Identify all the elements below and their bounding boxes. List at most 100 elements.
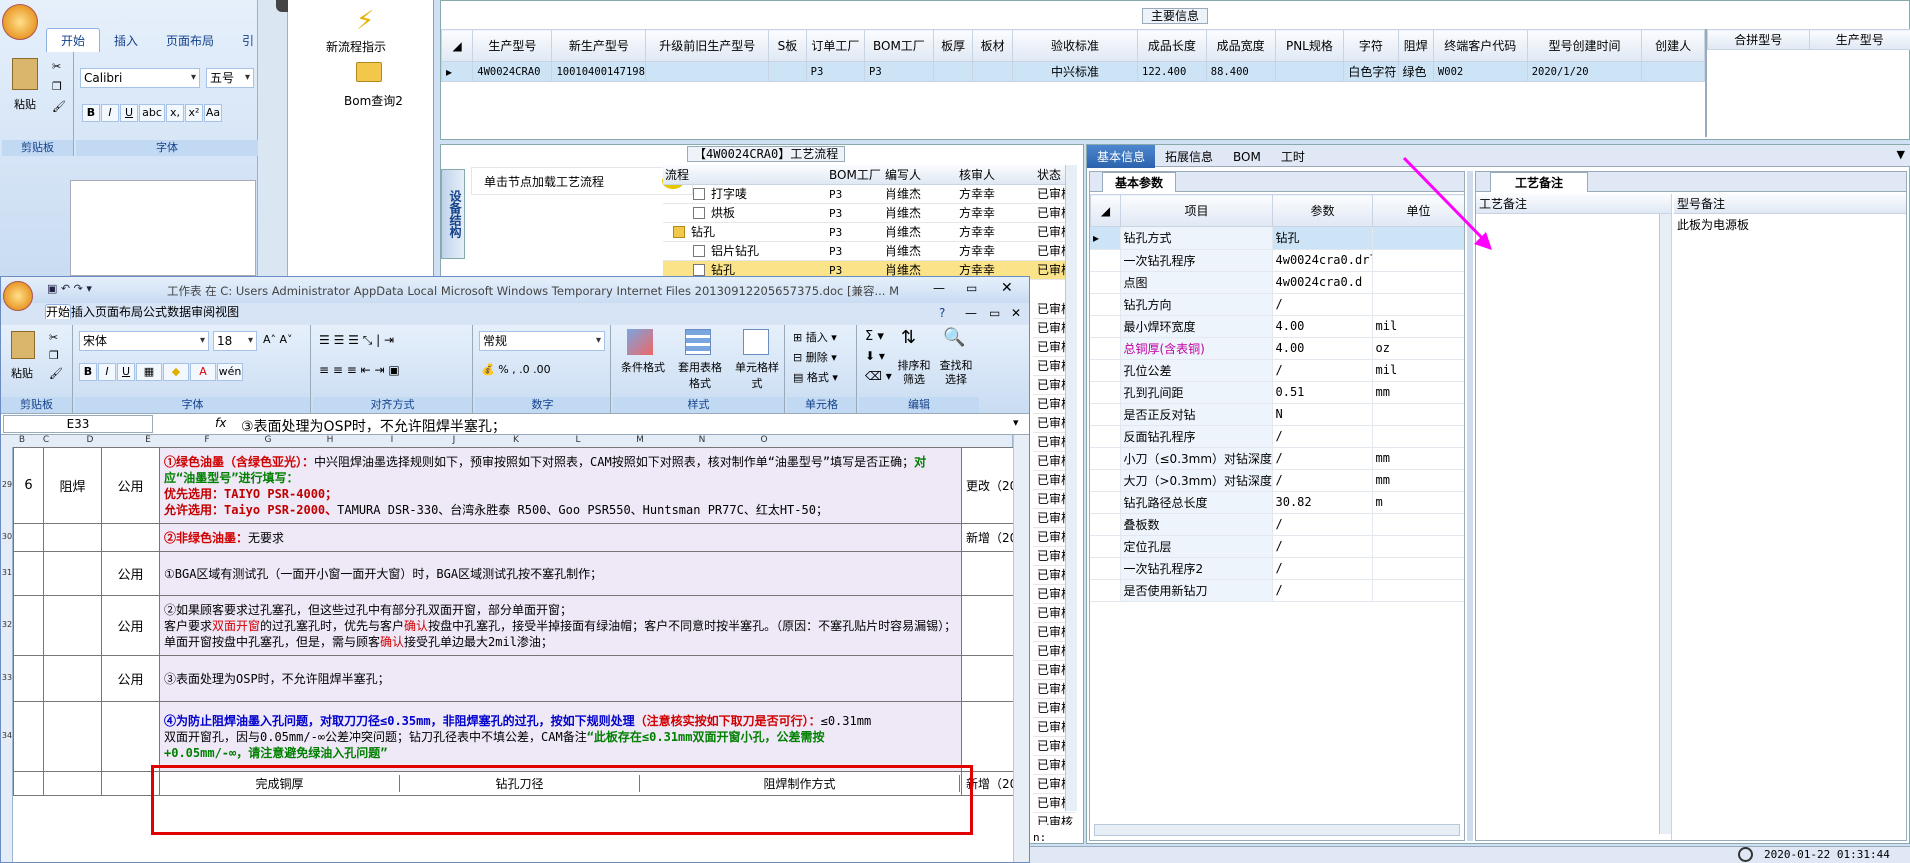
office-button[interactable]	[2, 4, 38, 40]
fill-icon[interactable]: ⬇ ▾	[865, 349, 885, 363]
cell-scope[interactable]	[101, 701, 160, 772]
param-row[interactable]: 叠板数 /	[1090, 513, 1464, 536]
launcher-item-bom-query[interactable]: Bom查询2	[344, 92, 403, 109]
lightning-icon[interactable]: ⚡	[356, 6, 374, 36]
param-value[interactable]: N	[1272, 403, 1373, 426]
process-side-tab[interactable]: 设备结构	[441, 169, 465, 259]
row-number[interactable]: 30	[1, 532, 13, 541]
cell-seq[interactable]	[13, 551, 44, 596]
param-row[interactable]: 小刀（≤0.3mm）对钻深度 / mm	[1090, 447, 1464, 470]
col-header[interactable]: 合拼型号	[1707, 29, 1810, 50]
param-row[interactable]: 总铜厚(含表铜) 4.00 oz	[1090, 337, 1464, 360]
param-value[interactable]: /	[1272, 425, 1373, 448]
fill-color-icon[interactable]: ◆	[163, 363, 189, 381]
load-process-button[interactable]: 单击节点加载工艺流程	[471, 167, 693, 195]
cell[interactable]: W002	[1432, 61, 1528, 82]
format-cells-button[interactable]: ▤ 格式 ▾	[793, 369, 838, 385]
cell[interactable]	[645, 61, 770, 82]
paste-icon[interactable]	[12, 58, 38, 90]
splitter-left[interactable]	[1467, 171, 1473, 841]
param-value[interactable]: 4.00	[1272, 337, 1373, 360]
col-header[interactable]: 阻焊	[1397, 29, 1434, 62]
param-value[interactable]: /	[1272, 293, 1373, 316]
cell-rule[interactable]: ①BGA区域有测试孔（一面开小窗一面开大窗）时，BGA区域测试孔按不塞孔制作；	[159, 551, 962, 596]
col-header[interactable]: PNL规格	[1274, 29, 1345, 62]
param-value[interactable]: 4.00	[1272, 315, 1373, 338]
tree-col-bom[interactable]: BOM工厂	[829, 165, 881, 185]
cond-format-icon[interactable]	[627, 329, 653, 355]
number-format-combo[interactable]: 常规	[479, 331, 605, 351]
process-tree-row[interactable]: 钻孔 P3 肖维杰 方幸幸 已审核	[663, 223, 1075, 242]
column-letter[interactable]: M	[609, 435, 671, 445]
process-tree-row[interactable]: 铝片钻孔 P3 肖维杰 方幸幸 已审核	[663, 242, 1075, 261]
align-top-buttons[interactable]: ☰ ☰ ☰ ⤡ | ⇥	[319, 333, 394, 348]
column-letter[interactable]: B	[13, 435, 31, 445]
params-col-item[interactable]: 项目	[1120, 194, 1273, 227]
column-letter[interactable]: C	[31, 435, 61, 445]
cell-empty[interactable]	[43, 771, 102, 796]
cell[interactable]: 4W0024CRA0	[472, 61, 553, 82]
param-value[interactable]: 4w0024cra0.drl	[1272, 249, 1373, 272]
subscript-button[interactable]: x,	[166, 104, 184, 122]
param-row[interactable]: 钻孔方向 /	[1090, 293, 1464, 316]
sum-icon[interactable]: Σ ▾	[865, 329, 884, 344]
column-letter[interactable]: J	[423, 435, 485, 445]
column-letter[interactable]: E	[119, 435, 177, 445]
word-tab-layout[interactable]: 页面布局	[152, 29, 228, 52]
col-header[interactable]: 字符	[1343, 29, 1399, 62]
cell-rule[interactable]: ③表面处理为OSP时，不允许阻焊半塞孔；	[159, 655, 962, 702]
param-value[interactable]: /	[1272, 447, 1373, 470]
param-row[interactable]: 定位孔层 /	[1090, 535, 1464, 558]
name-box[interactable]: E33	[3, 415, 153, 433]
cell[interactable]	[1274, 61, 1345, 82]
case-button[interactable]: Aa	[204, 104, 222, 122]
cell-category[interactable]	[43, 551, 102, 596]
col-header[interactable]: 生产型号	[1808, 29, 1910, 50]
cell[interactable]: 88.400	[1205, 61, 1276, 82]
tree-col-flow[interactable]: 流程	[665, 165, 689, 185]
param-value[interactable]: /	[1272, 579, 1373, 602]
cell-rule[interactable]: ④为防止阻焊油墨入孔问题，对取刀刀径≤0.35mm，非阻焊塞孔的过孔，按如下规则…	[159, 701, 962, 772]
cell-empty[interactable]	[13, 771, 44, 796]
cell[interactable]: P3	[864, 61, 934, 82]
excel-italic-button[interactable]: I	[98, 363, 116, 381]
tab-work-hours[interactable]: 工时	[1271, 145, 1315, 168]
delete-cells-button[interactable]: ⊟ 删除 ▾	[793, 349, 837, 365]
cell[interactable]: P3	[805, 61, 866, 82]
word-tab-insert[interactable]: 插入	[100, 29, 152, 52]
cell-seq[interactable]	[13, 595, 44, 656]
param-value[interactable]: /	[1272, 557, 1373, 580]
main-info-row[interactable]: ▸ 4W0024CRA0 10010400147198 P3 P3 中兴标准 122.40…	[441, 61, 1705, 82]
model-remarks-text[interactable]: 此板为电源板	[1674, 214, 1906, 235]
cell-scope[interactable]: 公用	[101, 595, 160, 656]
cell-scope[interactable]: 公用	[101, 655, 160, 702]
table-format-button[interactable]: 套用表格格式	[673, 359, 727, 391]
col-header[interactable]: 创建人	[1641, 29, 1705, 62]
word-font-size[interactable]: 五号	[206, 68, 254, 88]
process-vscrollbar[interactable]	[1065, 165, 1077, 811]
find-select-button[interactable]: 查找和选择	[937, 359, 975, 387]
cell-style-button[interactable]: 单元格样式	[731, 359, 783, 391]
cell-change[interactable]	[961, 595, 1013, 656]
binoculars-icon[interactable]: 🔍	[943, 327, 965, 348]
cell-scope[interactable]: 公用	[101, 551, 160, 596]
cell[interactable]: 2020/1/20	[1526, 61, 1643, 82]
column-letter[interactable]: H	[299, 435, 361, 445]
cell-change[interactable]	[961, 551, 1013, 596]
copy-icon[interactable]: ❐	[52, 80, 62, 93]
cell-style-icon[interactable]	[743, 329, 769, 355]
col-header[interactable]: 型号创建时间	[1526, 29, 1643, 62]
excel-tab-insert[interactable]: 插入	[71, 305, 95, 319]
tree-col-reviewer[interactable]: 核审人	[959, 165, 995, 185]
param-row[interactable]: 孔到孔间距 0.51 mm	[1090, 381, 1464, 404]
tree-col-writer[interactable]: 编写人	[885, 165, 921, 185]
cell-change[interactable]	[961, 655, 1013, 702]
cell-category[interactable]: 阻焊	[43, 447, 102, 524]
folder-icon[interactable]	[356, 62, 382, 82]
strike-button[interactable]: abc	[139, 104, 165, 122]
column-letter[interactable]: D	[61, 435, 119, 445]
row-number[interactable]: 29	[1, 480, 13, 489]
cell-seq[interactable]	[13, 523, 44, 552]
row-number[interactable]: 33	[1, 673, 13, 682]
tab-bom[interactable]: BOM	[1223, 147, 1271, 167]
